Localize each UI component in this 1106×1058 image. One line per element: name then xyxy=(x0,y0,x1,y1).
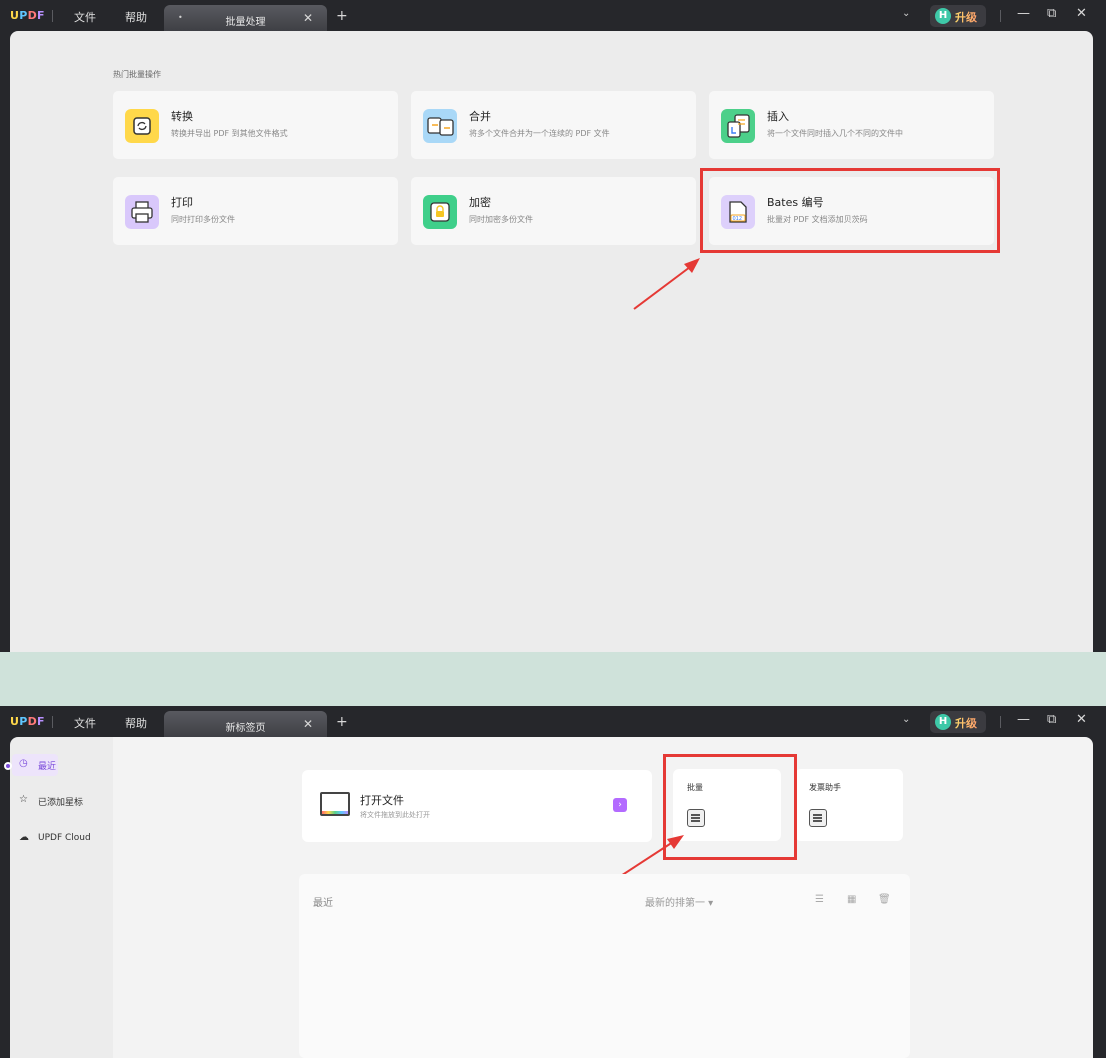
sort-dropdown[interactable]: 最新的排第一 ▾ xyxy=(645,894,713,909)
trash-icon[interactable]: 🗑 xyxy=(878,894,891,905)
recent-title: 最近 xyxy=(313,898,333,909)
list-view-icon[interactable]: ☰ xyxy=(815,894,824,905)
grid-view-icon[interactable]: ▦ xyxy=(847,894,856,905)
recent-panel: 最近 最新的排第一 ▾ ☰ ▦ 🗑 xyxy=(299,874,910,1058)
